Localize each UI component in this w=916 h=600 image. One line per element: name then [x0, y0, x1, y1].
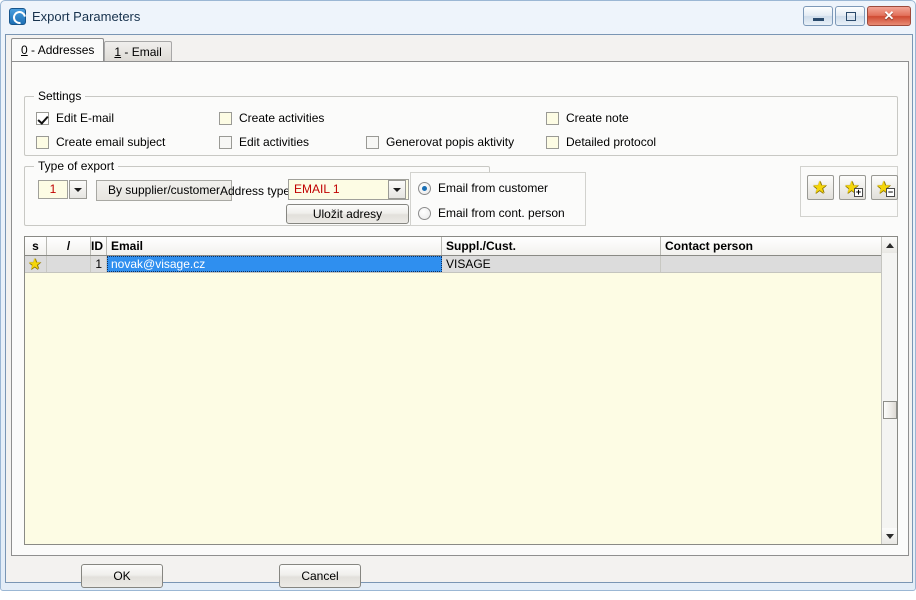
checkbox-edit-email-box[interactable]: [36, 111, 49, 125]
tab-addresses[interactable]: 0 - Addresses: [11, 38, 105, 61]
tab-email[interactable]: 1 - Email: [104, 41, 172, 61]
type-of-export-group-title: Type of export: [34, 159, 119, 173]
grid-header-id[interactable]: ID: [91, 237, 107, 255]
maximize-icon: [846, 12, 856, 21]
checkbox-edit-email[interactable]: Edit E-mail: [36, 111, 114, 125]
checkbox-detailed-protocol-box[interactable]: [546, 135, 559, 149]
checkbox-create-activities-label: Create activities: [239, 111, 325, 125]
tab-addresses-accel: 0: [21, 43, 28, 57]
radio-email-from-customer-dot[interactable]: [418, 181, 431, 195]
export-mode-field[interactable]: By supplier/customer: [96, 180, 232, 201]
checkbox-create-email-subject[interactable]: Create email subject: [36, 135, 165, 149]
tab-email-label: - Email: [121, 45, 162, 59]
star-minus-badge: −: [886, 187, 895, 197]
grid-header-slash[interactable]: /: [47, 237, 91, 255]
settings-group-title: Settings: [34, 89, 86, 103]
chevron-up-icon: [886, 243, 894, 248]
title-bar: Export Parameters ✕: [1, 1, 916, 34]
star-remove-button[interactable]: ★ −: [871, 175, 898, 200]
export-number-dropdown-button[interactable]: [69, 180, 87, 199]
scrollbar-thumb[interactable]: [883, 401, 897, 419]
address-type-label: Address type: [220, 184, 291, 198]
radio-email-from-contact-person-dot[interactable]: [418, 206, 431, 220]
grid-header-suppl-cust[interactable]: Suppl./Cust.: [442, 237, 661, 255]
row-star-cell[interactable]: ★: [25, 256, 47, 272]
window-body: 0 - Addresses 1 - Email Settings Edit E-…: [5, 34, 913, 588]
save-addresses-button[interactable]: Uložit adresy: [286, 204, 409, 224]
email-source-panel: Email from customer Email from cont. per…: [410, 172, 586, 226]
table-row[interactable]: ★ 1 novak@visage.cz VISAGE: [25, 256, 897, 273]
scroll-up-button[interactable]: [882, 237, 897, 253]
radio-email-from-customer[interactable]: Email from customer: [418, 181, 548, 195]
star-button[interactable]: ★: [807, 175, 834, 200]
checkbox-create-activities-box[interactable]: [219, 111, 232, 125]
checkbox-edit-email-label: Edit E-mail: [56, 111, 115, 125]
grid-vertical-scrollbar[interactable]: [881, 237, 897, 544]
checkbox-create-activities[interactable]: Create activities: [219, 111, 324, 125]
export-number-field[interactable]: 1: [38, 180, 68, 199]
checkbox-detailed-protocol[interactable]: Detailed protocol: [546, 135, 656, 149]
scroll-down-button[interactable]: [882, 528, 897, 544]
row-slash-cell[interactable]: [47, 256, 91, 272]
cancel-button[interactable]: Cancel: [279, 564, 361, 588]
grid-header-s[interactable]: s: [25, 237, 47, 255]
grid-header-email[interactable]: Email: [107, 237, 442, 255]
star-icon: ★: [28, 256, 42, 272]
checkbox-create-note[interactable]: Create note: [546, 111, 629, 125]
tab-addresses-label: - Addresses: [27, 43, 95, 57]
checkbox-generovat-popis-aktivity-box[interactable]: [366, 135, 379, 149]
radio-email-from-contact-person[interactable]: Email from cont. person: [418, 206, 565, 220]
maximize-button[interactable]: [835, 6, 865, 26]
settings-group: Settings Edit E-mail Create email subjec…: [24, 89, 898, 156]
checkbox-create-email-subject-label: Create email subject: [56, 135, 166, 149]
checkbox-detailed-protocol-label: Detailed protocol: [566, 135, 657, 149]
close-icon: ✕: [883, 8, 895, 23]
minimize-button[interactable]: [803, 6, 833, 26]
close-button[interactable]: ✕: [867, 6, 911, 26]
checkbox-generovat-popis-aktivity-label: Generovat popis aktivity: [386, 135, 515, 149]
checkbox-create-note-label: Create note: [566, 111, 629, 125]
ok-button[interactable]: OK: [81, 564, 163, 588]
tab-strip: 0 - Addresses 1 - Email: [11, 38, 172, 61]
star-plus-badge: +: [854, 187, 863, 197]
address-type-dropdown-button[interactable]: [388, 180, 406, 199]
window-controls: ✕: [803, 6, 911, 26]
star-toolbar: ★ ★ + ★ −: [800, 166, 898, 217]
checkbox-generovat-popis-aktivity[interactable]: Generovat popis aktivity: [366, 135, 514, 149]
star-icon: ★: [812, 178, 828, 197]
radio-email-from-customer-label: Email from customer: [438, 181, 549, 195]
window-title: Export Parameters: [32, 9, 141, 24]
radio-email-from-contact-person-label: Email from cont. person: [438, 206, 565, 220]
app-swirl-icon: [9, 8, 26, 25]
export-parameters-window: Export Parameters ✕ 0 - Addresses 1 - Em…: [0, 0, 916, 591]
grid-header-contact-person[interactable]: Contact person: [661, 237, 882, 255]
minimize-icon: [813, 18, 824, 21]
dialog-footer: OK Cancel: [11, 558, 909, 600]
row-email-cell[interactable]: novak@visage.cz: [107, 256, 442, 272]
checkbox-create-email-subject-box[interactable]: [36, 135, 49, 149]
chevron-down-icon: [886, 534, 894, 539]
row-contact-person-cell[interactable]: [661, 256, 882, 272]
addresses-grid[interactable]: s / ID Email Suppl./Cust. Contact person…: [24, 236, 898, 545]
row-id-cell[interactable]: 1: [91, 256, 107, 272]
checkbox-edit-activities[interactable]: Edit activities: [219, 135, 309, 149]
checkbox-create-note-box[interactable]: [546, 111, 559, 125]
tab-page-addresses: Settings Edit E-mail Create email subjec…: [11, 61, 909, 556]
grid-header-row: s / ID Email Suppl./Cust. Contact person: [25, 237, 897, 256]
checkbox-edit-activities-label: Edit activities: [239, 135, 310, 149]
checkbox-edit-activities-box[interactable]: [219, 135, 232, 149]
star-add-button[interactable]: ★ +: [839, 175, 866, 200]
row-suppl-cust-cell[interactable]: VISAGE: [442, 256, 661, 272]
